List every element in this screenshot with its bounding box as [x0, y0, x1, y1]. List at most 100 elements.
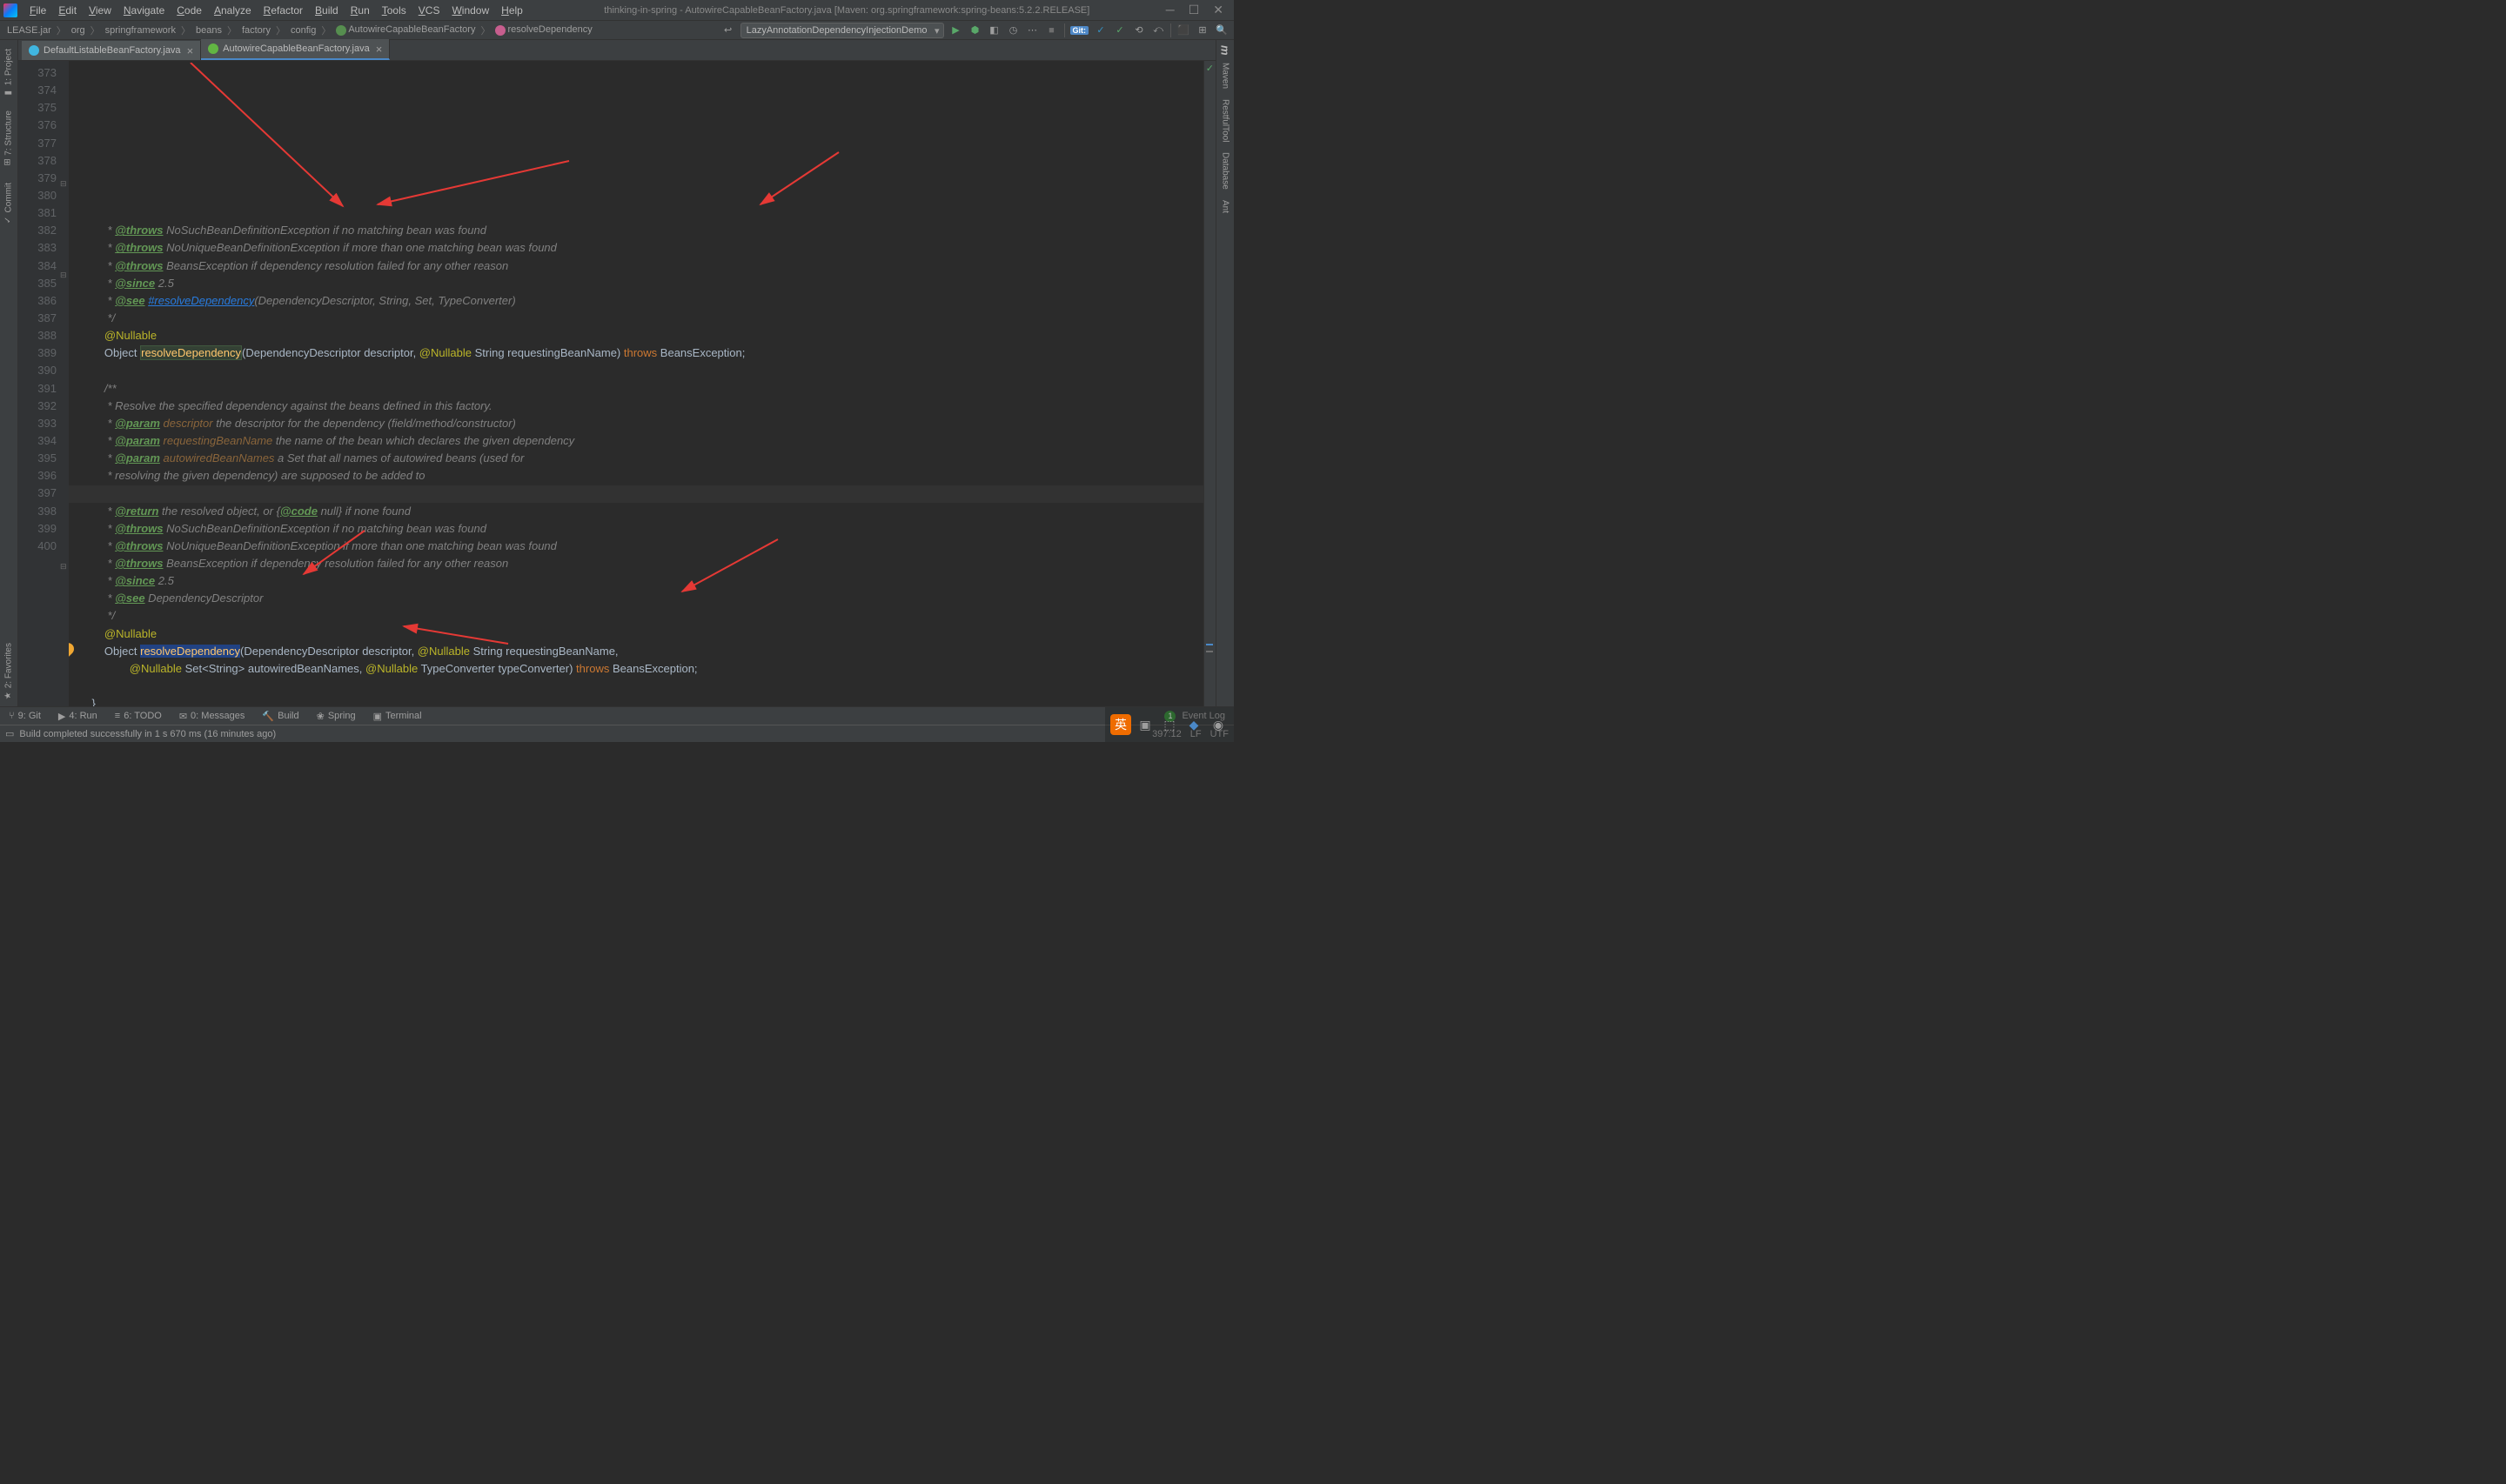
back-icon[interactable]: ↩ — [721, 23, 735, 37]
code-line-385[interactable]: * @param requestingBeanName the name of … — [79, 432, 1203, 450]
crumb-1[interactable]: org — [70, 24, 87, 37]
crumb-6[interactable]: AutowireCapableBeanFactory — [334, 23, 477, 36]
debug-icon[interactable]: ⬢ — [968, 23, 982, 37]
code-line-376[interactable]: * @since 2.5 — [79, 275, 1203, 292]
code-editor[interactable]: 3733743753763773783793803813823833843853… — [18, 61, 1216, 706]
fold-icon[interactable]: ⊟ — [60, 270, 67, 282]
update-icon[interactable]: ✓ — [1094, 23, 1108, 37]
fold-icon[interactable]: ⊟ — [60, 178, 67, 191]
menu-window[interactable]: Window — [446, 3, 494, 18]
bottom-tool-terminal[interactable]: ▣Terminal — [365, 707, 431, 725]
code-line-387[interactable]: * resolving the given dependency) are su… — [79, 467, 1203, 485]
tray-icon[interactable]: ◆ — [1183, 714, 1204, 735]
build-icon[interactable]: ⬛ — [1176, 23, 1190, 37]
status-icon[interactable]: ▭ — [5, 728, 14, 739]
bottom-tool-git[interactable]: ⑂9: Git — [0, 707, 50, 725]
bottom-tool-spring[interactable]: ❀Spring — [308, 707, 365, 725]
menu-analyze[interactable]: Analyze — [209, 3, 257, 18]
rollback-icon[interactable]: ⤺ — [1151, 23, 1165, 37]
menu-build[interactable]: Build — [310, 3, 344, 18]
tool-icon: ⑂ — [9, 711, 15, 721]
code-line-394[interactable]: * @see DependencyDescriptor — [79, 590, 1203, 607]
maximize-button[interactable]: ☐ — [1189, 3, 1200, 17]
tool-maven[interactable]: Maven — [1219, 57, 1232, 94]
scrollbar[interactable]: ✓ — [1203, 61, 1216, 706]
menu-view[interactable]: View — [84, 3, 117, 18]
run-icon[interactable]: ▶ — [949, 23, 963, 37]
code-content[interactable]: * @throws NoSuchBeanDefinitionException … — [69, 61, 1203, 706]
run-configuration-selector[interactable]: LazyAnnotationDependencyInjectionDemo — [740, 23, 944, 38]
structure-icon[interactable]: ⊞ — [1196, 23, 1209, 37]
code-line-378[interactable]: */ — [79, 310, 1203, 327]
code-line-382[interactable]: /** — [79, 380, 1203, 398]
tray-icon[interactable]: ◉ — [1208, 714, 1229, 735]
tool-structure[interactable]: ⊞7: Structure — [2, 105, 16, 174]
tool-restfultool[interactable]: RestfulTool — [1219, 94, 1232, 147]
menu-tools[interactable]: Tools — [377, 3, 412, 18]
crumb-3[interactable]: beans — [194, 24, 224, 37]
tool-ant[interactable]: Ant — [1219, 195, 1232, 218]
code-line-395[interactable]: */ — [79, 607, 1203, 625]
window-title: thinking-in-spring - AutowireCapableBean… — [528, 5, 1166, 16]
intention-bulb-icon[interactable] — [69, 640, 77, 658]
close-tab-icon[interactable]: × — [376, 43, 383, 56]
history-icon[interactable]: ⟲ — [1132, 23, 1146, 37]
code-line-384[interactable]: * @param descriptor the descriptor for t… — [79, 415, 1203, 432]
crumb-7[interactable]: resolveDependency — [493, 23, 593, 36]
menu-run[interactable]: Run — [345, 3, 375, 18]
tool-project[interactable]: ▮1: Project — [2, 43, 16, 104]
profile-icon[interactable]: ◷ — [1007, 23, 1021, 37]
maven-icon[interactable]: m — [1217, 43, 1234, 57]
tray-icon[interactable]: ▣ — [1135, 714, 1156, 735]
close-button[interactable]: ✕ — [1213, 3, 1223, 17]
code-line-393[interactable]: * @since 2.5 — [79, 572, 1203, 590]
menu-code[interactable]: Code — [171, 3, 207, 18]
menu-navigate[interactable]: Navigate — [118, 3, 170, 18]
crumb-2[interactable]: springframework — [104, 24, 178, 37]
code-line-374[interactable]: * @throws NoUniqueBeanDefinitionExceptio… — [79, 239, 1203, 257]
code-line-373[interactable]: * @throws NoSuchBeanDefinitionException … — [79, 222, 1203, 239]
fold-icon[interactable]: ⊟ — [60, 561, 67, 573]
code-line-390[interactable]: * @throws NoSuchBeanDefinitionException … — [79, 520, 1203, 538]
code-line-380[interactable]: ●↓ Object resolveDependency(DependencyDe… — [79, 344, 1203, 362]
code-line-391[interactable]: * @throws NoUniqueBeanDefinitionExceptio… — [79, 538, 1203, 555]
code-line-381[interactable] — [79, 362, 1203, 379]
code-line-398[interactable]: @Nullable Set<String> autowiredBeanNames… — [79, 660, 1203, 678]
code-line-392[interactable]: * @throws BeansException if dependency r… — [79, 555, 1203, 572]
code-line-379[interactable]: @Nullable — [79, 327, 1203, 344]
tab-DefaultListableBeanFactory.java[interactable]: DefaultListableBeanFactory.java× — [22, 41, 201, 60]
code-line-386[interactable]: * @param autowiredBeanNames a Set that a… — [79, 450, 1203, 467]
attach-icon[interactable]: ⋯ — [1026, 23, 1040, 37]
bottom-tool-messages[interactable]: ✉0: Messages — [171, 707, 254, 725]
menu-edit[interactable]: Edit — [53, 3, 82, 18]
code-line-383[interactable]: * Resolve the specified dependency again… — [79, 398, 1203, 415]
code-line-377[interactable]: * @see #resolveDependency(DependencyDesc… — [79, 292, 1203, 310]
tab-AutowireCapableBeanFactory.java[interactable]: AutowireCapableBeanFactory.java× — [201, 39, 390, 60]
close-tab-icon[interactable]: × — [187, 44, 194, 57]
code-line-389[interactable]: * @return the resolved object, or {@code… — [79, 503, 1203, 520]
search-icon[interactable]: 🔍 — [1215, 23, 1229, 37]
bottom-tool-build[interactable]: 🔨Build — [253, 707, 307, 725]
crumb-5[interactable]: config — [289, 24, 318, 37]
minimize-button[interactable]: ─ — [1166, 3, 1175, 17]
ime-icon[interactable]: 英 — [1110, 714, 1131, 735]
tool-commit[interactable]: ✓Commit — [2, 177, 16, 231]
code-line-400[interactable]: } — [79, 695, 1203, 706]
code-line-396[interactable]: @Nullable — [79, 625, 1203, 643]
menu-file[interactable]: File — [24, 3, 51, 18]
menu-refactor[interactable]: Refactor — [258, 3, 308, 18]
bottom-tool-run[interactable]: ▶4: Run — [50, 707, 106, 725]
menu-vcs[interactable]: VCS — [413, 3, 446, 18]
commit-icon[interactable]: ✓ — [1113, 23, 1127, 37]
tool-database[interactable]: Database — [1219, 147, 1232, 195]
tray-icon[interactable]: ⬚ — [1159, 714, 1180, 735]
crumb-0[interactable]: LEASE.jar — [5, 24, 53, 37]
code-line-397[interactable]: ●↓ Object resolveDependency(DependencyDe… — [79, 643, 1203, 660]
menu-help[interactable]: Help — [496, 3, 528, 18]
coverage-icon[interactable]: ◧ — [988, 23, 1002, 37]
bottom-tool-todo[interactable]: ≡6: TODO — [106, 707, 171, 725]
code-line-375[interactable]: * @throws BeansException if dependency r… — [79, 257, 1203, 275]
code-line-399[interactable] — [79, 678, 1203, 695]
tool-favorites[interactable]: ★2: Favorites — [2, 638, 16, 706]
crumb-4[interactable]: factory — [240, 24, 272, 37]
